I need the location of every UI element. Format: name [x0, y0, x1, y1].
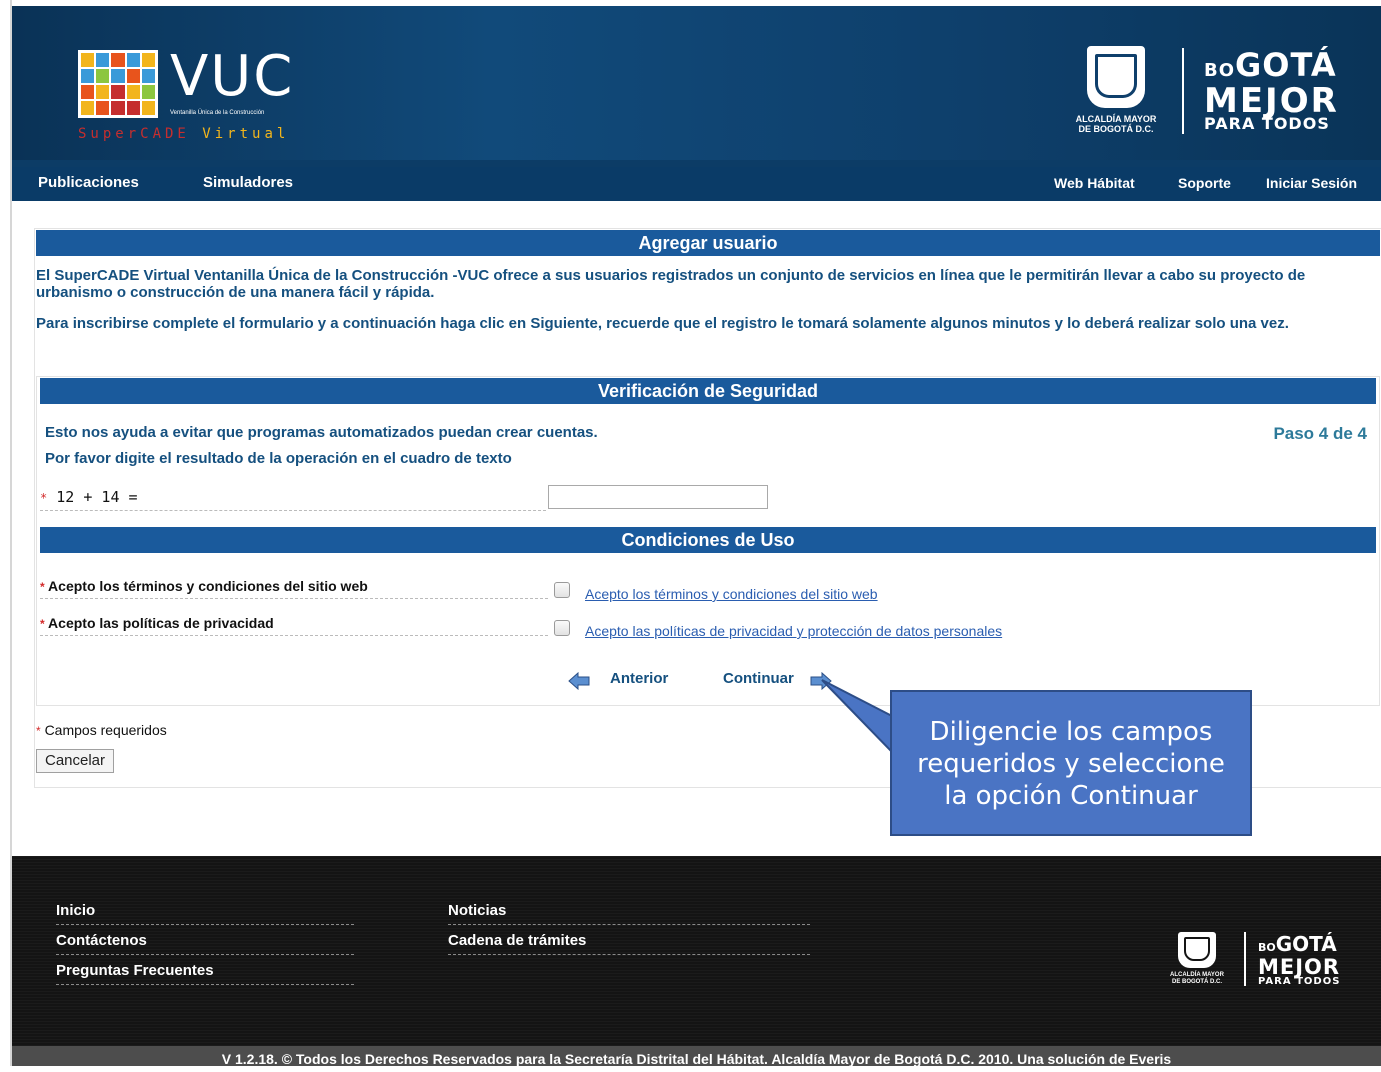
- required-fields-text: Campos requeridos: [44, 722, 167, 738]
- arrow-left-icon[interactable]: [568, 672, 590, 690]
- logo-divider: [1182, 48, 1184, 134]
- step-indicator: Paso 4 de 4: [1273, 424, 1367, 443]
- footer-alcaldia-line1: ALCALDÍA MAYOR: [1170, 972, 1224, 978]
- nav-web-habitat[interactable]: Web Hábitat: [1054, 175, 1135, 191]
- footer-shield-icon: [1178, 932, 1216, 968]
- terms-checkbox[interactable]: [554, 582, 570, 598]
- footer-link-contactenos[interactable]: Contáctenos: [56, 932, 354, 955]
- intro-paragraph-2: Para inscribirse complete el formulario …: [36, 315, 1289, 332]
- bogota-shield-icon: [1087, 46, 1145, 108]
- arrow-right-icon[interactable]: [810, 672, 832, 690]
- alcaldia-line1: ALCALDÍA MAYOR: [1075, 114, 1157, 124]
- alcaldia-line2: DE BOGOTÁ D.C.: [1078, 124, 1154, 134]
- previous-button[interactable]: Anterior: [610, 670, 668, 687]
- banner-bottom-edge: [12, 160, 1381, 167]
- page-title: Agregar usuario: [36, 230, 1380, 256]
- nav-simuladores[interactable]: Simuladores: [203, 174, 293, 191]
- nav-publicaciones[interactable]: Publicaciones: [38, 174, 139, 191]
- conditions-title: Condiciones de Uso: [40, 527, 1376, 553]
- intro-paragraph-1: El SuperCADE Virtual Ventanilla Única de…: [36, 267, 1306, 301]
- footer-bogota-bo: BO: [1258, 941, 1276, 954]
- verification-line1: Esto nos ayuda a evitar que programas au…: [45, 424, 598, 441]
- footer-bogota-gota: GOTÁ: [1275, 932, 1337, 956]
- nav-iniciar-sesion[interactable]: Iniciar Sesión: [1266, 175, 1357, 191]
- terms-link[interactable]: Acepto los términos y condiciones del si…: [585, 586, 878, 602]
- required-star: *: [40, 580, 45, 594]
- privacy-label: * Acepto las políticas de privacidad: [40, 615, 548, 636]
- continue-button[interactable]: Continuar: [723, 670, 794, 687]
- cancel-button[interactable]: Cancelar: [36, 749, 114, 773]
- terms-label-text: Acepto los términos y condiciones del si…: [48, 578, 368, 594]
- vuc-logo-subtitle: Ventanilla Única de la Construcción: [170, 110, 265, 116]
- verification-title: Verificación de Seguridad: [40, 378, 1376, 404]
- bogota-mejor-logo: BOGOTÁ MEJOR PARA TODOS: [1204, 49, 1354, 132]
- vuc-mosaic-icon: [78, 50, 158, 118]
- vuc-logo-tagline: SuperCADE Virtual: [78, 126, 289, 142]
- tagline-virtual: Virtual: [202, 126, 290, 142]
- tagline-supercade: SuperCADE: [78, 126, 190, 142]
- bogota-gota: GOTÁ: [1235, 46, 1337, 84]
- privacy-checkbox[interactable]: [554, 620, 570, 636]
- privacy-label-text: Acepto las políticas de privacidad: [48, 615, 274, 631]
- required-star: *: [36, 724, 41, 738]
- captcha-answer-input[interactable]: [548, 485, 768, 509]
- footer-logo-divider: [1244, 932, 1246, 986]
- footer-bogota-para-todos: PARA TODOS: [1258, 976, 1341, 987]
- vuc-logo[interactable]: VUC Ventanilla Única de la Construcción …: [78, 44, 326, 150]
- footer-bogota-mejor: MEJOR: [1258, 955, 1341, 979]
- footer-bogota-logo: ALCALDÍA MAYOR DE BOGOTÁ D.C. BOGOTÁ MEJ…: [1160, 930, 1360, 990]
- terms-label: * Acepto los términos y condiciones del …: [40, 578, 548, 599]
- left-page-rule: [0, 0, 12, 1066]
- callout-line3: la opción Continuar: [944, 781, 1198, 811]
- alcaldia-logo: ALCALDÍA MAYOR DE BOGOTÁ D.C.: [1060, 46, 1172, 140]
- verification-line2: Por favor digite el resultado de la oper…: [45, 450, 512, 467]
- header-banner: VUC Ventanilla Única de la Construcción …: [12, 6, 1381, 166]
- captcha-label: * 12 + 14 =: [40, 488, 546, 511]
- footer-link-cadena[interactable]: Cadena de trámites: [448, 932, 810, 955]
- vuc-logo-text: VUC: [170, 44, 295, 109]
- copyright-bar: V 1.2.18. © Todos los Derechos Reservado…: [12, 1046, 1381, 1067]
- footer-link-inicio[interactable]: Inicio: [56, 902, 354, 925]
- required-star: *: [40, 617, 45, 631]
- instruction-callout: Diligencie los campos requeridos y selec…: [890, 690, 1252, 836]
- required-star: *: [40, 491, 48, 505]
- footer-link-noticias[interactable]: Noticias: [448, 902, 810, 925]
- callout-line1: Diligencie los campos: [929, 717, 1213, 747]
- bogota-mejor: MEJOR: [1204, 81, 1339, 121]
- bogota-bo: BO: [1204, 60, 1236, 81]
- required-fields-note: * Campos requeridos: [36, 722, 167, 738]
- captcha-operation: 12 + 14 =: [56, 488, 138, 506]
- nav-soporte[interactable]: Soporte: [1178, 175, 1231, 191]
- privacy-link[interactable]: Acepto las políticas de privacidad y pro…: [585, 623, 1002, 639]
- footer-link-preguntas[interactable]: Preguntas Frecuentes: [56, 962, 354, 985]
- footer-alcaldia-line2: DE BOGOTÁ D.C.: [1171, 979, 1222, 985]
- callout-line2: requeridos y seleccione: [917, 749, 1225, 779]
- top-navbar: Publicaciones Simuladores Web Hábitat So…: [12, 167, 1381, 201]
